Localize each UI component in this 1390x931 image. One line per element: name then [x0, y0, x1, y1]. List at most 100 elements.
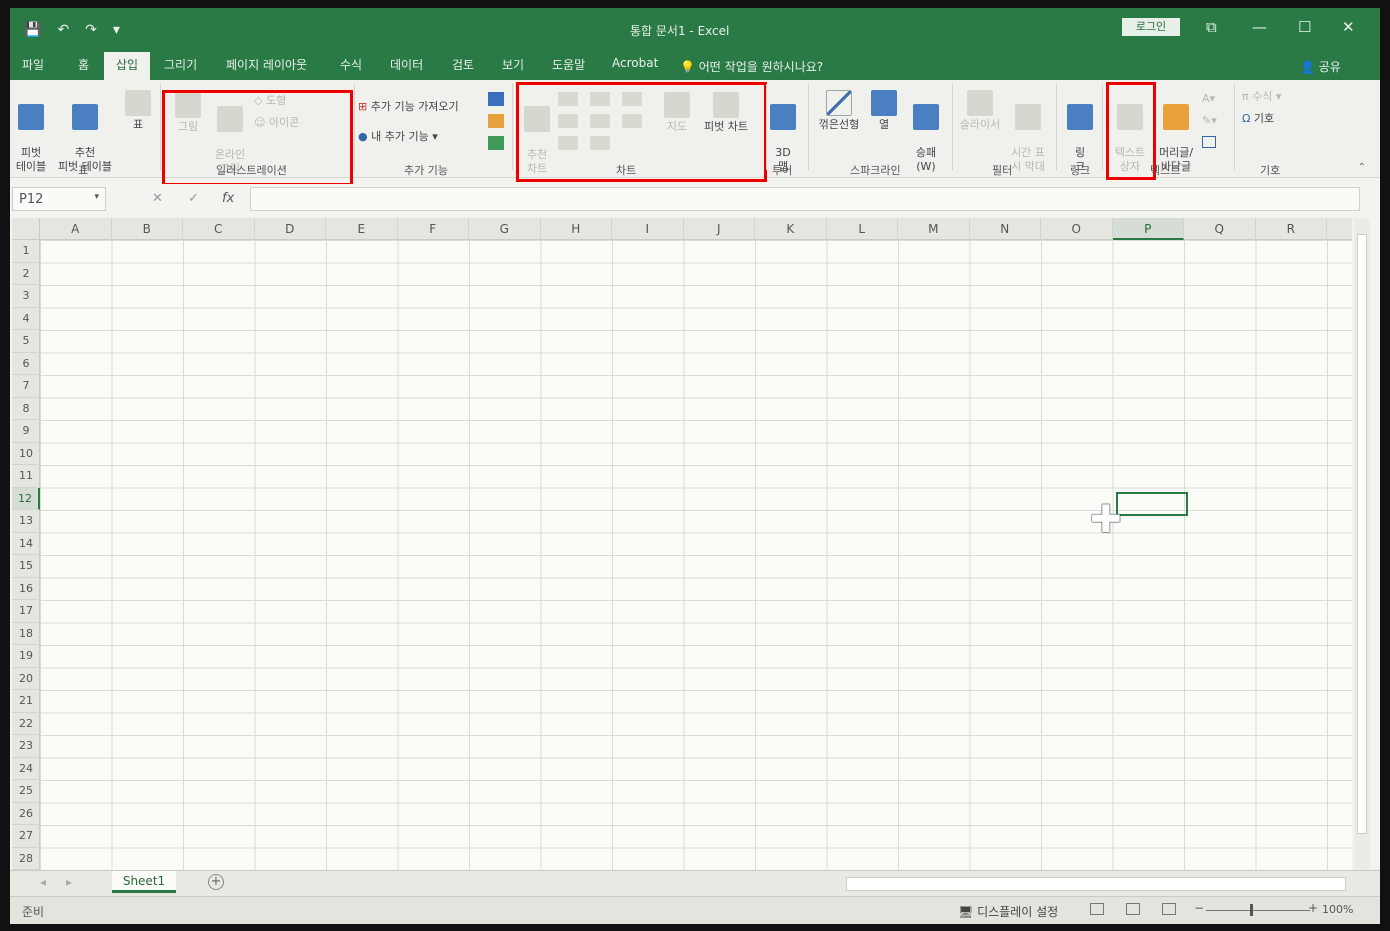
sparkline-winloss-button[interactable]: 승패 (W) [908, 90, 944, 174]
column-header[interactable]: G [469, 218, 541, 240]
sheet-tab-sheet1[interactable]: Sheet1 [112, 871, 176, 893]
column-header[interactable]: R [1256, 218, 1327, 240]
undo-icon[interactable]: ↶ [57, 22, 69, 38]
column-header[interactable]: J [684, 218, 755, 240]
signature-line-icon[interactable]: ✎▾ [1202, 114, 1217, 128]
tab-review[interactable]: 검토 [452, 56, 474, 73]
visio-icon[interactable] [488, 92, 504, 106]
column-header[interactable]: F [398, 218, 469, 240]
row-header[interactable]: 17 [12, 600, 40, 623]
column-header[interactable]: L [827, 218, 898, 240]
symbol-button[interactable]: Ω 기호 [1242, 112, 1274, 126]
equation-button[interactable]: π 수식 ▾ [1242, 90, 1281, 104]
row-header[interactable]: 18 [12, 623, 40, 645]
row-header[interactable]: 15 [12, 555, 40, 578]
add-sheet-icon[interactable]: + [208, 874, 224, 890]
timeline-button[interactable]: 시간 표 시 막대 [1006, 90, 1050, 174]
column-header[interactable]: N [970, 218, 1041, 240]
tab-draw[interactable]: 그리기 [164, 56, 197, 73]
row-header[interactable]: 12 [12, 487, 40, 510]
page-layout-view-icon[interactable] [1126, 903, 1140, 915]
tab-home[interactable]: 홈 [78, 56, 89, 73]
wordart-icon[interactable]: A▾ [1202, 92, 1215, 106]
column-header[interactable]: M [898, 218, 970, 240]
object-icon[interactable] [1202, 136, 1216, 148]
row-header[interactable]: 6 [12, 353, 40, 375]
row-header[interactable]: 9 [12, 420, 40, 443]
row-header[interactable]: 21 [12, 690, 40, 713]
row-header[interactable]: 19 [12, 645, 40, 668]
tell-me-search[interactable]: 💡 어떤 작업을 원하시나요? [680, 58, 823, 75]
zoom-slider[interactable] [1206, 910, 1310, 911]
column-header[interactable]: P [1112, 218, 1184, 240]
row-header[interactable]: 10 [12, 443, 40, 465]
select-all-corner[interactable] [12, 218, 40, 240]
tab-page-layout[interactable]: 페이지 레이아웃 [226, 56, 307, 73]
zoom-in-icon[interactable]: + [1308, 901, 1318, 915]
column-header[interactable]: O [1041, 218, 1113, 240]
row-header[interactable]: 26 [12, 803, 40, 825]
row-header[interactable]: 20 [12, 668, 40, 690]
tab-view[interactable]: 보기 [502, 56, 524, 73]
row-header[interactable]: 14 [12, 533, 40, 555]
row-header[interactable]: 24 [12, 758, 40, 780]
tab-acrobat[interactable]: Acrobat [612, 56, 658, 70]
row-header[interactable]: 22 [12, 713, 40, 735]
row-header[interactable]: 7 [12, 375, 40, 398]
slicer-button[interactable]: 슬라이서 [956, 90, 1004, 132]
row-header[interactable]: 13 [12, 510, 40, 533]
column-header[interactable]: H [541, 218, 612, 240]
save-icon[interactable]: 💾 [24, 22, 41, 38]
zoom-level[interactable]: 100% [1322, 903, 1353, 916]
column-header[interactable]: D [255, 218, 326, 240]
column-header[interactable]: I [612, 218, 684, 240]
column-header[interactable]: E [326, 218, 398, 240]
display-settings-button[interactable]: 🖥 디스플레이 설정 [958, 903, 1058, 920]
row-header[interactable]: 25 [12, 780, 40, 803]
zoom-slider-thumb[interactable] [1250, 904, 1253, 916]
insert-function-icon[interactable]: fx [222, 191, 234, 206]
row-header[interactable]: 28 [12, 848, 40, 870]
row-header[interactable]: 5 [12, 330, 40, 353]
ribbon-display-icon[interactable]: ⧉ [1206, 18, 1217, 36]
column-header[interactable]: B [112, 218, 183, 240]
zoom-out-icon[interactable]: − [1194, 901, 1204, 915]
column-header[interactable]: K [755, 218, 827, 240]
scroll-tabs-right-icon[interactable]: ▸ [66, 875, 72, 889]
tab-help[interactable]: 도움말 [552, 56, 585, 73]
vertical-scrollbar[interactable] [1354, 218, 1370, 873]
tab-file[interactable]: 파일 [22, 56, 44, 73]
row-header[interactable]: 1 [12, 240, 40, 263]
row-header[interactable]: 2 [12, 263, 40, 285]
sparkline-column-button[interactable]: 열 [868, 90, 900, 132]
tab-formulas[interactable]: 수식 [340, 56, 362, 73]
people-graph-icon[interactable] [488, 136, 504, 150]
pivot-table-button[interactable]: 피벗 테이블 [12, 90, 50, 174]
collapse-ribbon-icon[interactable]: ⌃ [1358, 162, 1366, 173]
maximize-icon[interactable]: ☐ [1298, 18, 1311, 36]
login-button[interactable]: 로그인 [1122, 18, 1180, 36]
name-box[interactable]: P12 ▾ [12, 187, 106, 211]
my-addins-button[interactable]: ● 내 추가 기능 ▾ [358, 130, 438, 144]
sparkline-line-button[interactable]: 꺾은선형 [812, 90, 866, 132]
column-header[interactable]: Q [1184, 218, 1256, 240]
table-button[interactable]: 표 [120, 90, 156, 132]
vertical-scroll-thumb[interactable] [1357, 234, 1367, 834]
normal-view-icon[interactable] [1090, 903, 1104, 915]
bing-maps-icon[interactable] [488, 114, 504, 128]
tab-data[interactable]: 데이터 [390, 56, 423, 73]
horizontal-scrollbar[interactable] [846, 877, 1346, 891]
redo-icon[interactable]: ↷ [85, 22, 97, 38]
row-header[interactable]: 3 [12, 285, 40, 308]
row-header[interactable]: 4 [12, 308, 40, 330]
row-header[interactable]: 23 [12, 735, 40, 758]
page-break-view-icon[interactable] [1162, 903, 1176, 915]
enter-icon[interactable]: ✓ [188, 191, 199, 206]
scroll-tabs-left-icon[interactable]: ◂ [40, 875, 46, 889]
column-header[interactable]: A [40, 218, 112, 240]
row-header[interactable]: 16 [12, 578, 40, 600]
row-header[interactable]: 8 [12, 398, 40, 420]
tab-insert[interactable]: 삽입 [104, 52, 151, 80]
close-icon[interactable]: ✕ [1342, 18, 1355, 36]
row-header[interactable]: 27 [12, 825, 40, 848]
